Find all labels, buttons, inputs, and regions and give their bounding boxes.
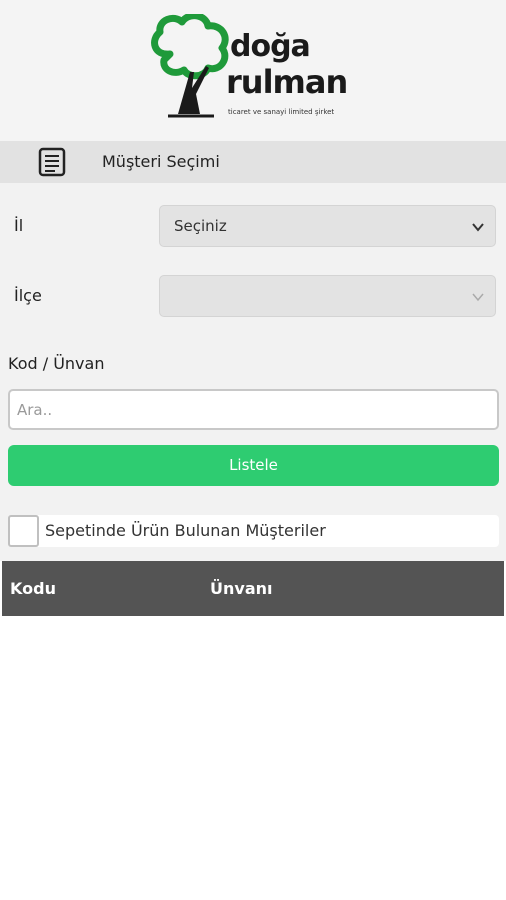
il-select-value: Seçiniz [174,217,227,235]
navbar: Müşteri Seçimi [0,141,506,183]
checkbox-label: Sepetinde Ürün Bulunan Müşteriler [45,521,326,540]
brand-line2: rulman [226,63,348,101]
list-icon[interactable] [38,147,66,177]
tree-logo-icon [151,14,229,118]
il-label: İl [14,216,24,235]
column-header-unvani[interactable]: Ünvanı [210,579,272,598]
brand-line1: doğa [230,29,311,64]
page-title: Müşteri Seçimi [102,152,220,171]
basket-customers-filter[interactable]: Sepetinde Ürün Bulunan Müşteriler [8,515,499,547]
listele-button[interactable]: Listele [8,445,499,486]
ilce-label: İlçe [14,286,42,305]
doga-rulman-logo: doğa rulman ticaret ve sanayi limited şi… [148,14,368,124]
column-header-kodu[interactable]: Kodu [10,579,56,598]
app-header: doğa rulman ticaret ve sanayi limited şi… [0,0,506,141]
search-input[interactable] [8,389,499,430]
ilce-select[interactable] [159,275,496,317]
brand-tagline: ticaret ve sanayi limited şirket [228,108,335,116]
customer-filter-form: İl Seçiniz İlçe Kod / Ünvan Listele Sepe… [0,183,506,561]
table-header: Kodu Ünvanı [2,561,504,616]
chevron-down-icon [472,223,484,232]
basket-customers-checkbox[interactable] [8,515,39,547]
il-select[interactable]: Seçiniz [159,205,496,247]
kod-unvan-label: Kod / Ünvan [8,354,105,373]
chevron-down-icon [472,293,484,302]
